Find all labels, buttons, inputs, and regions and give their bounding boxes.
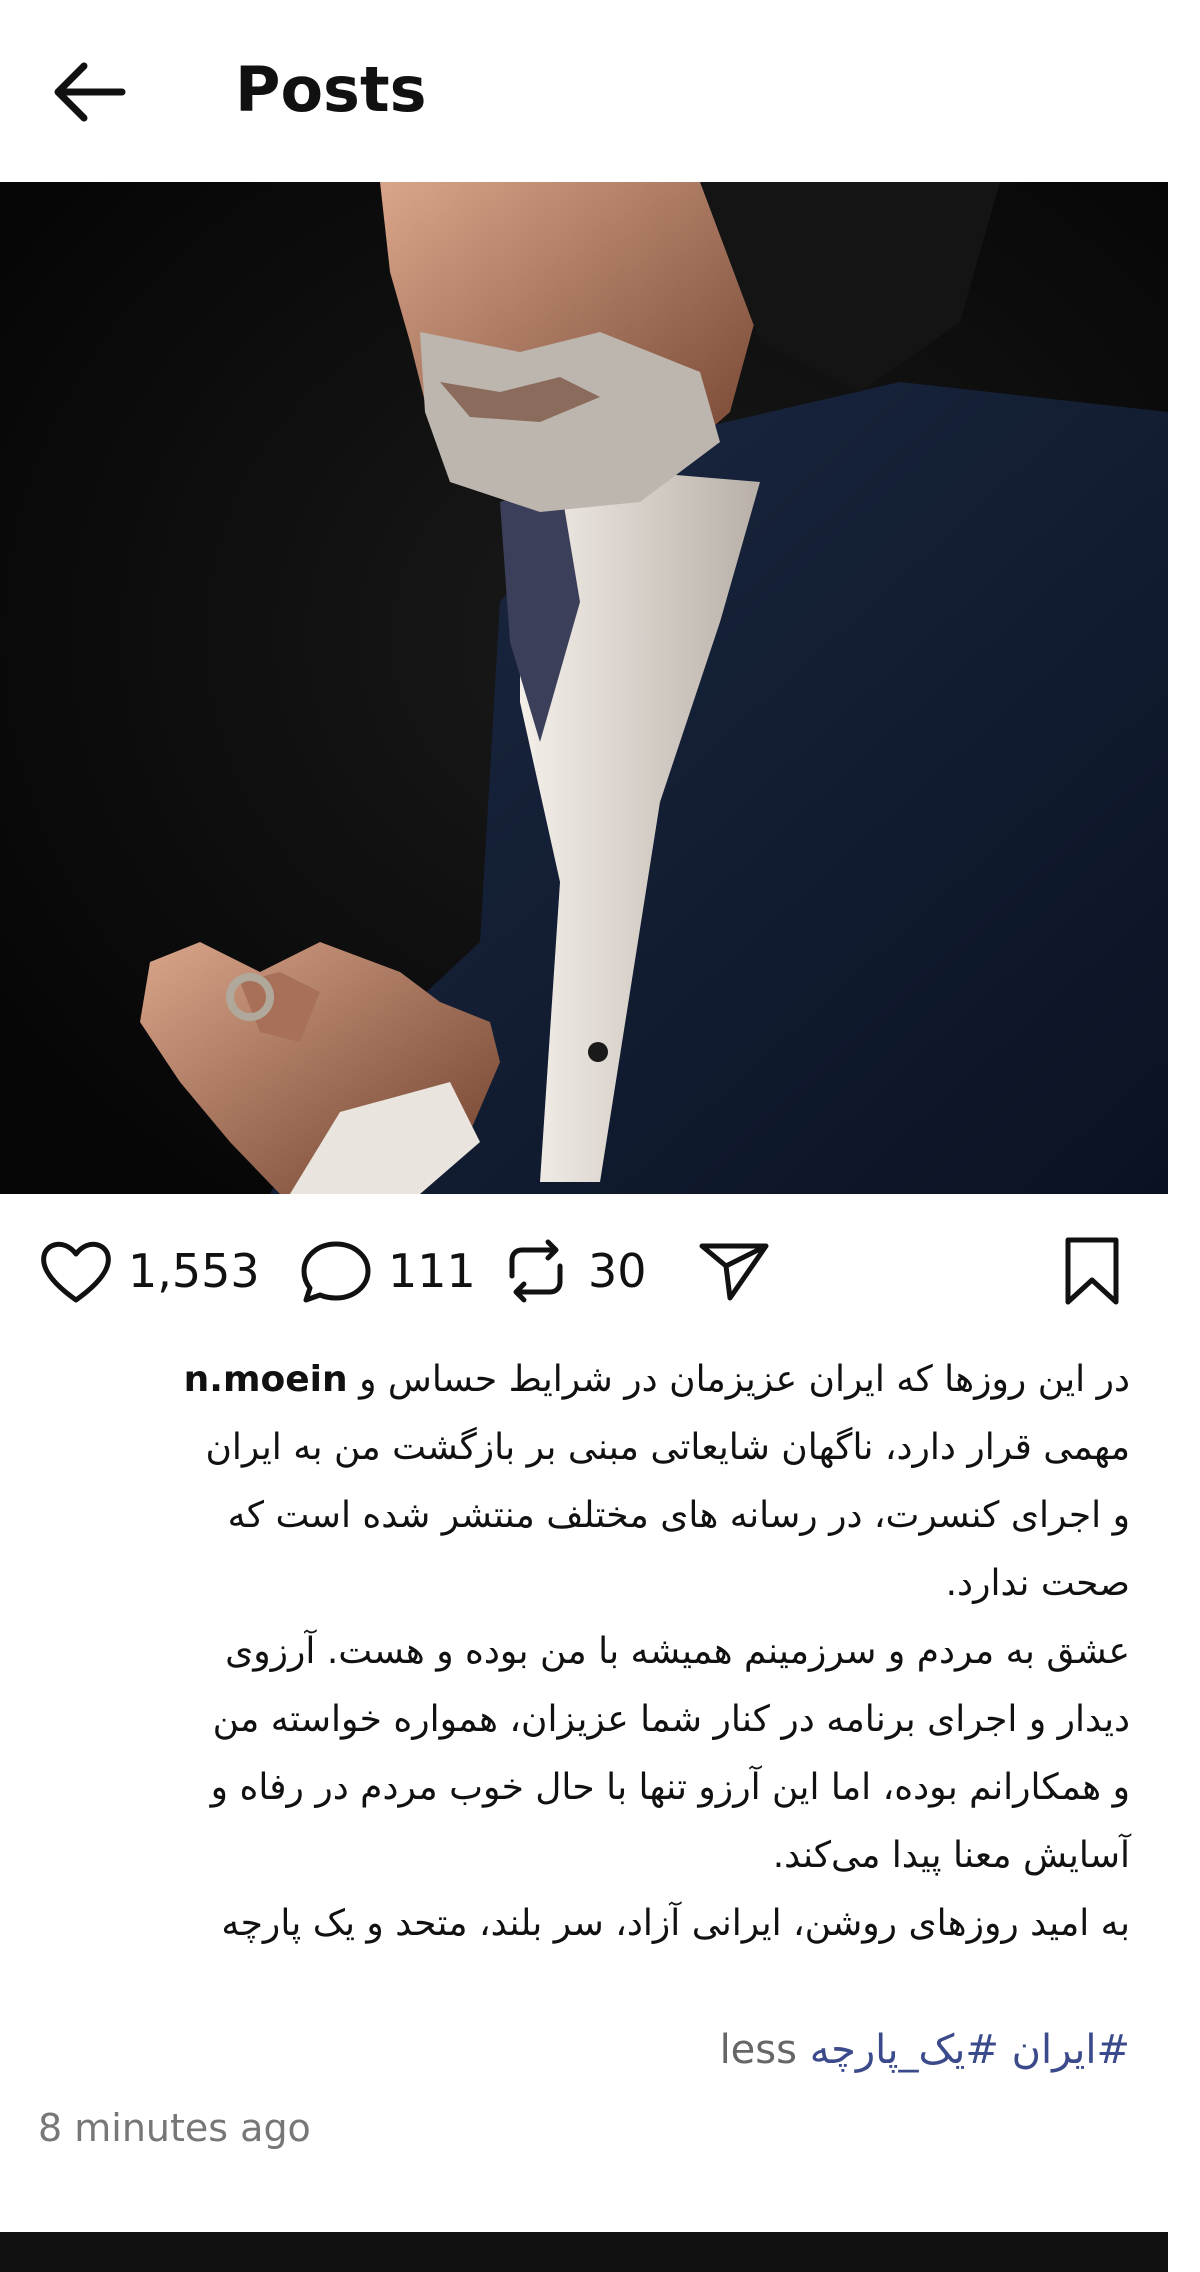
post-caption: در این روزها که ایران عزیزمان در شرایط ح… xyxy=(38,1346,1130,1958)
caption-line: در این روزها که ایران عزیزمان در شرایط ح… xyxy=(38,1346,1130,1414)
caption-line: دیدار و اجرای برنامه در کنار شما عزیزان،… xyxy=(212,1699,1130,1740)
hashtag-link[interactable]: #یک_پارچه xyxy=(810,2027,999,2073)
caption-username[interactable]: n.moein xyxy=(184,1359,348,1400)
caption-line: عشق به مردم و سرزمینم همیشه با من بوده و… xyxy=(225,1631,1130,1672)
comment-count: 111 xyxy=(388,1244,476,1298)
caption-line: مهمی قرار دارد، ناگهان شایعاتی مبنی بر ب… xyxy=(205,1427,1130,1468)
speech-bubble-icon xyxy=(301,1241,371,1303)
hashtag-link[interactable]: #ایران xyxy=(1012,2027,1130,2073)
caption-line: به امید روزهای روشن، ایرانی آزاد، سر بلن… xyxy=(221,1903,1130,1944)
repost-count: 30 xyxy=(588,1244,647,1298)
caption-line: و اجرای کنسرت، در رسانه های مختلف منتشر … xyxy=(227,1495,1130,1536)
caption-text: در این روزها که ایران عزیزمان در شرایط ح… xyxy=(359,1359,1130,1400)
share-button[interactable] xyxy=(696,1236,772,1306)
action-bar: 1,553 111 30 xyxy=(0,1194,1168,1344)
arrow-left-icon xyxy=(54,62,126,122)
portrait-photo xyxy=(0,182,1168,1194)
caption-line: آسایش معنا پیدا می‌کند. xyxy=(772,1835,1130,1876)
back-button[interactable] xyxy=(46,52,136,132)
like-button[interactable]: 1,553 xyxy=(38,1236,260,1306)
repost-button[interactable]: 30 xyxy=(498,1236,647,1306)
post-timestamp: 8 minutes ago xyxy=(38,2106,311,2150)
send-icon xyxy=(699,1243,769,1301)
like-count: 1,553 xyxy=(128,1244,260,1298)
repost-icon xyxy=(509,1239,563,1303)
comment-button[interactable]: 111 xyxy=(298,1236,476,1306)
show-less-link[interactable]: less xyxy=(720,2027,797,2073)
caption-line: و همکارانم بوده، اما این آرزو تنها با حا… xyxy=(210,1767,1130,1808)
post-image[interactable] xyxy=(0,182,1168,1194)
right-edge xyxy=(1168,182,1200,2272)
next-post-preview[interactable] xyxy=(0,2232,1168,2272)
heart-icon xyxy=(41,1241,111,1303)
caption-line: صحت ندارد. xyxy=(945,1563,1130,1604)
hashtag-row: #ایران #یک_پارچه less xyxy=(38,2018,1130,2082)
page-title: Posts xyxy=(235,53,427,126)
header: Posts xyxy=(0,0,1200,182)
bookmark-button[interactable] xyxy=(1060,1236,1124,1306)
bookmark-icon xyxy=(1065,1237,1119,1305)
